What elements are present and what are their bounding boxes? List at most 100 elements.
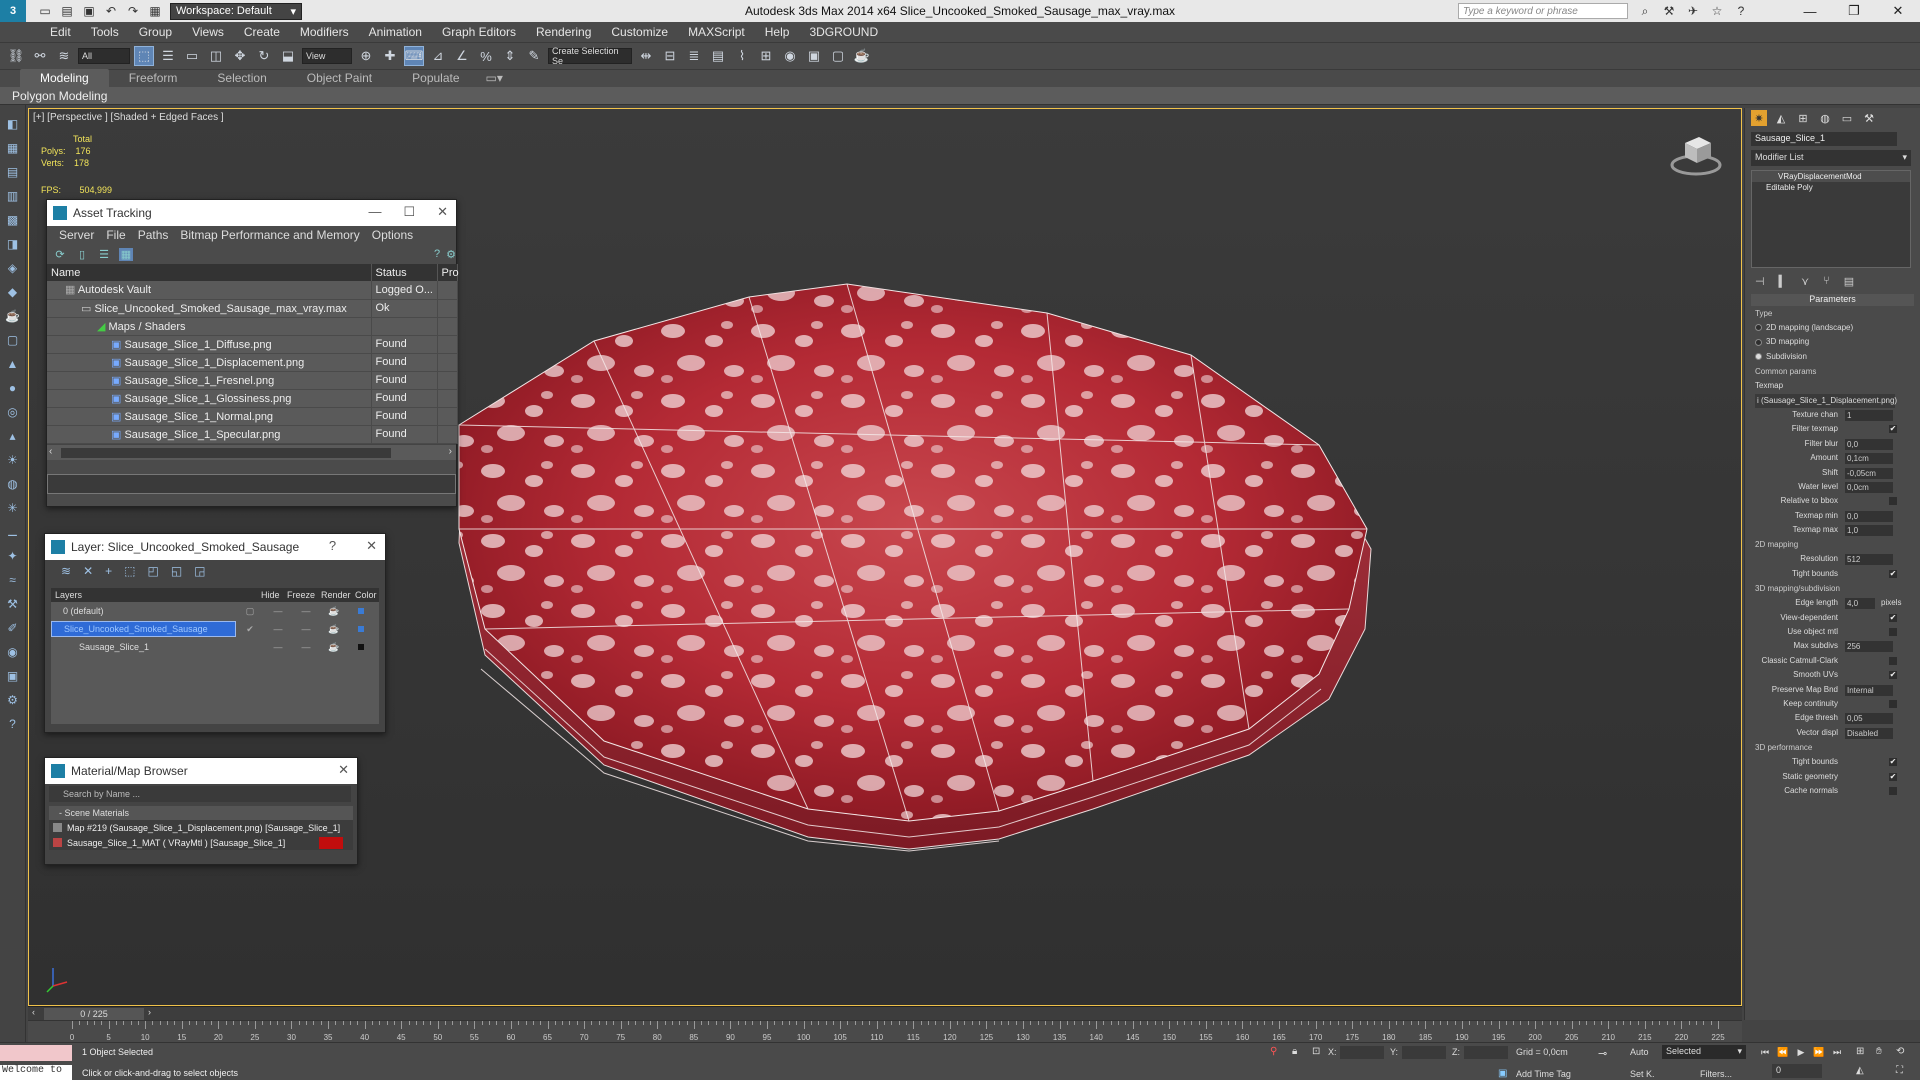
render-teapot-icon[interactable]: ☕ <box>320 606 348 617</box>
hammer-icon[interactable]: ⚒ <box>4 595 22 613</box>
utilities-tab-icon[interactable]: ⚒ <box>1861 110 1877 126</box>
highlight-layer-icon[interactable]: ◰ <box>147 564 158 578</box>
table-row[interactable]: ▣ Sausage_Slice_1_Displacement.png Found <box>47 353 458 372</box>
layer-name[interactable]: 0 (default) <box>51 603 236 619</box>
horizontal-scrollbar[interactable]: ‹ › <box>47 443 456 460</box>
layer-name[interactable]: Slice_Uncooked_Smoked_Sausage <box>51 621 236 637</box>
tight-bounds-2-checkbox[interactable]: ✔ <box>1889 758 1897 767</box>
scene-materials-group[interactable]: - Scene Materials <box>49 806 353 820</box>
close-button[interactable]: ✕ <box>437 204 448 220</box>
tab-freeform[interactable]: Freeform <box>109 69 198 87</box>
percent-snap-icon[interactable]: % <box>476 46 496 66</box>
hide-toggle[interactable]: — <box>264 642 292 652</box>
help-tool-icon[interactable]: ? <box>4 715 22 733</box>
tab-selection[interactable]: Selection <box>197 69 286 87</box>
search-input[interactable] <box>1458 3 1628 19</box>
modify-tab-icon[interactable]: ◭ <box>1773 110 1789 126</box>
asset-path-field[interactable] <box>47 473 456 494</box>
maxscript-listener-field[interactable] <box>0 1045 72 1061</box>
go-to-end-icon[interactable]: ⏭ <box>1830 1045 1844 1059</box>
table-row[interactable]: ◢ Maps / Shaders <box>47 317 458 336</box>
help-icon[interactable]: ? <box>1732 2 1750 20</box>
display-tab-icon[interactable]: ▭ <box>1839 110 1855 126</box>
time-slider[interactable]: ‹ 0 / 225 › <box>28 1006 1742 1020</box>
ribbon-options-icon[interactable]: ▭▾ <box>480 69 509 87</box>
column-header-name[interactable]: Name <box>47 264 372 281</box>
table-row[interactable]: ▣ Sausage_Slice_1_Glossiness.png Found <box>47 389 458 408</box>
key-mode-icon[interactable]: ⊸ <box>1598 1047 1607 1060</box>
catmull-clark-checkbox[interactable] <box>1889 656 1897 665</box>
layers-icon[interactable]: ≋ <box>61 564 71 578</box>
max-subdivs-spinner[interactable]: 256 <box>1845 641 1893 653</box>
menu-animation[interactable]: Animation <box>359 25 432 39</box>
graphite-ribbon-icon[interactable]: ▤ <box>708 46 728 66</box>
go-to-start-icon[interactable]: ⏮ <box>1758 1045 1772 1059</box>
z-coord-field[interactable] <box>1464 1046 1508 1059</box>
select-manipulate-icon[interactable]: ✚ <box>380 46 400 66</box>
y-coord-field[interactable] <box>1402 1046 1446 1059</box>
table-row[interactable]: ▣ Sausage_Slice_1_Normal.png Found <box>47 407 458 426</box>
project-folder-icon[interactable]: ▦ <box>146 3 164 19</box>
column-header-layers[interactable]: Layers <box>51 590 261 600</box>
edit-named-selection-icon[interactable]: ✎ <box>524 46 544 66</box>
details-view-icon[interactable]: ☰ <box>97 248 111 261</box>
container-icon[interactable]: ◨ <box>4 235 22 253</box>
globe-icon[interactable]: ◍ <box>4 475 22 493</box>
light-icon[interactable]: ◆ <box>4 283 22 301</box>
tab-object-paint[interactable]: Object Paint <box>287 69 392 87</box>
configure-sets-icon[interactable]: ▤ <box>1844 275 1854 288</box>
minimize-button[interactable]: — <box>1788 0 1832 22</box>
scrollbar-thumb[interactable] <box>61 447 391 458</box>
object-name-field[interactable]: Sausage_Slice_1 <box>1751 132 1897 146</box>
help-button[interactable]: ? <box>329 538 336 554</box>
subscription-icon[interactable]: ⚒ <box>1660 2 1678 20</box>
favorites-icon[interactable]: ☆ <box>1708 2 1726 20</box>
settings-icon[interactable]: ⚙ <box>446 248 456 261</box>
binoculars-icon[interactable]: ⌕ <box>1636 2 1654 20</box>
amount-spinner[interactable]: 0,1cm <box>1845 453 1893 465</box>
modifier-list-dropdown[interactable]: Modifier List ▾ <box>1751 150 1911 166</box>
close-button[interactable]: ✕ <box>366 538 377 554</box>
cone-icon[interactable]: ▲ <box>4 355 22 373</box>
texture-chan-spinner[interactable]: 1 <box>1845 409 1893 421</box>
app-logo-icon[interactable]: 3 <box>0 0 26 22</box>
freeze-all-icon[interactable]: ◲ <box>194 564 205 578</box>
window-crossing-icon[interactable]: ◫ <box>206 46 226 66</box>
set-key-button[interactable]: Set K. <box>1630 1069 1655 1079</box>
radio-2d-mapping[interactable]: 2D mapping (landscape) <box>1745 321 1920 335</box>
resolution-spinner[interactable]: 512 <box>1845 554 1893 566</box>
rectangular-selection-icon[interactable]: ▭ <box>182 46 202 66</box>
move-icon[interactable]: ✥ <box>230 46 250 66</box>
pyramid-icon[interactable]: ▴ <box>4 427 22 445</box>
render-setup-icon[interactable]: ▣ <box>804 46 824 66</box>
unlink-icon[interactable]: ⚯ <box>30 46 50 66</box>
teapot-icon[interactable]: ☕ <box>4 307 22 325</box>
keep-continuity-checkbox[interactable] <box>1889 699 1897 708</box>
maximize-button[interactable]: ☐ <box>403 204 415 220</box>
column-header-pro[interactable]: Pro <box>437 264 459 281</box>
select-by-name-icon[interactable]: ☰ <box>158 46 178 66</box>
tab-populate[interactable]: Populate <box>392 69 479 87</box>
wind-icon[interactable]: ≈ <box>4 571 22 589</box>
remove-modifier-icon[interactable]: ⑂ <box>1823 275 1830 287</box>
texmap-button[interactable]: i (Sausage_Slice_1_Displacement.png) <box>1745 393 1920 408</box>
table-row[interactable]: ▣ Sausage_Slice_1_Diffuse.png Found <box>47 335 458 354</box>
time-slider-next-icon[interactable]: › <box>148 1007 151 1017</box>
shift-spinner[interactable]: -0,05cm <box>1845 467 1893 479</box>
edge-thresh-spinner[interactable]: 0,05 <box>1845 713 1893 725</box>
edge-length-spinner[interactable]: 4,0 <box>1845 598 1875 610</box>
key-filter-dropdown[interactable]: Selected ▾ <box>1662 1045 1746 1059</box>
menu-help[interactable]: Help <box>755 25 800 39</box>
parameters-rollout[interactable]: Parameters <box>1751 294 1914 306</box>
link-icon[interactable]: ⛓ <box>6 46 26 66</box>
lock-selection-icon[interactable]: 🔒︎ <box>1292 1046 1297 1057</box>
particle-icon[interactable]: ✦ <box>4 547 22 565</box>
relative-bbox-checkbox[interactable] <box>1889 497 1897 506</box>
hierarchy-tab-icon[interactable]: ⊞ <box>1795 110 1811 126</box>
column-header-status[interactable]: Status <box>371 264 438 281</box>
current-layer-check-icon[interactable]: ✔ <box>236 624 264 635</box>
tab-modeling[interactable]: Modeling <box>20 69 109 87</box>
spinner-snap-icon[interactable]: ⇕ <box>500 46 520 66</box>
stack-item[interactable]: Editable Poly <box>1752 182 1910 193</box>
select-object-icon[interactable]: ⬚ <box>134 46 154 66</box>
